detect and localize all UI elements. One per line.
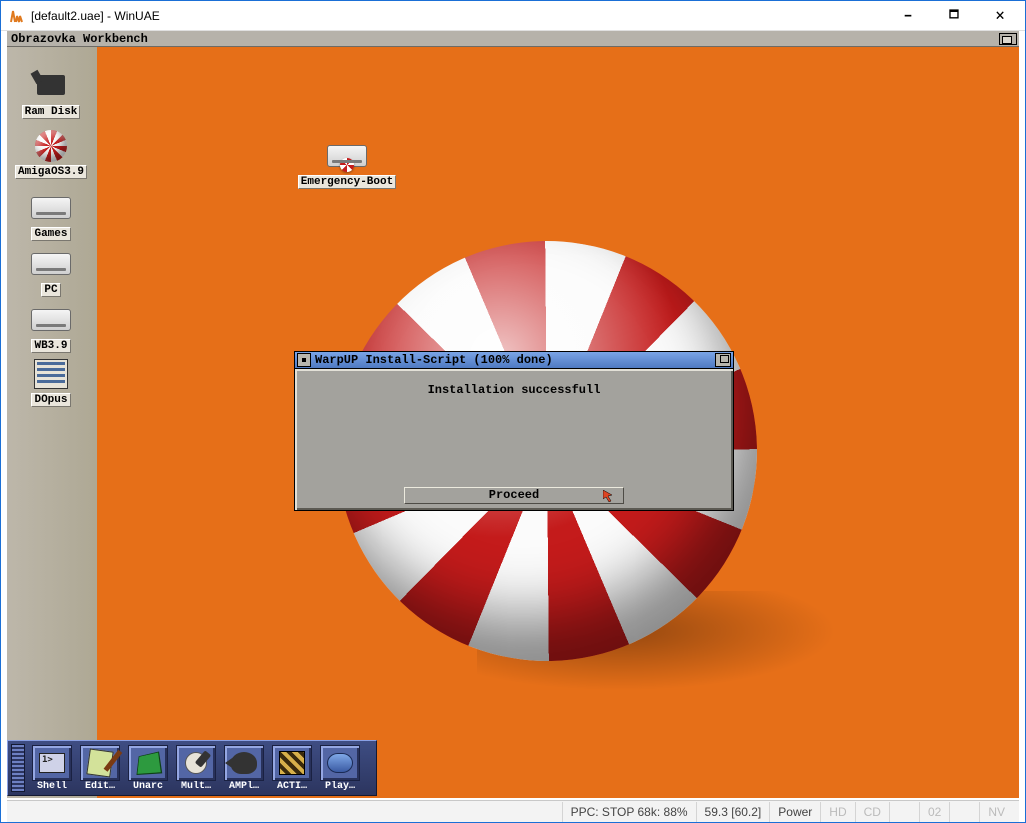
dock-item-editpad[interactable]: Edit… [76,745,124,792]
icon-emergency-boot[interactable]: Emergency-Boot [287,139,407,189]
status-ppc: PPC: STOP 68k: 88% [562,802,696,822]
status-fps: 59.3 [60.2] [696,802,770,822]
workbench-title-text: Obrazovka Workbench [11,31,148,47]
depth-gadget-icon[interactable] [999,33,1017,45]
app-icon [9,8,25,24]
icon-label: Ram Disk [22,105,81,119]
dialog-titlebar[interactable]: WarpUP Install-Script (100% done) [294,351,734,369]
icon-ram-disk[interactable]: Ram Disk [11,69,91,119]
icon-dopus[interactable]: DOpus [11,357,91,407]
dock-item-amplifier[interactable]: AMPl… [220,745,268,792]
icon-pc[interactable]: PC [11,247,91,297]
magnifier-icon [185,752,207,774]
dock-label: Shell [28,781,76,792]
amiga-screen[interactable]: Obrazovka Workbench Ram Disk AmigaOS3.9 … [7,31,1019,798]
minimize-button[interactable]: 🗕 [885,1,931,31]
dock-label: Unarc [124,781,172,792]
dock-label: AMPl… [220,781,268,792]
ram-chip-icon [33,71,69,101]
window-title: [default2.uae] - WinUAE [31,9,160,23]
icon-label: DOpus [31,393,70,407]
disc-icon [327,753,353,773]
icon-label: AmigaOS3.9 [15,165,87,179]
icon-games[interactable]: Games [11,191,91,241]
window-body: Obrazovka Workbench Ram Disk AmigaOS3.9 … [1,31,1025,822]
drive-with-ball-icon [327,145,367,167]
shell-icon [39,753,65,773]
dock-item-multiview[interactable]: Mult… [172,745,220,792]
workbench-titlebar[interactable]: Obrazovka Workbench [7,31,1019,47]
dock-item-action[interactable]: ACTI… [268,745,316,792]
dock-label: Play… [316,781,364,792]
status-power: Power [769,802,820,822]
dialog-close-gadget[interactable] [297,353,311,367]
close-button[interactable]: 🗙 [977,1,1023,31]
drive-icon [31,253,71,275]
dock-item-shell[interactable]: Shell [28,745,76,792]
speaker-icon [231,752,257,774]
icon-amigaos39[interactable]: AmigaOS3.9 [11,129,91,179]
dock-label: Edit… [76,781,124,792]
dock-item-play[interactable]: Play… [316,745,364,792]
mouse-pointer-icon [603,490,615,502]
window-titlebar[interactable]: [default2.uae] - WinUAE 🗕 🗖 🗙 [1,1,1025,31]
dopus-icon [34,359,68,389]
icon-label: WB3.9 [31,339,70,353]
installer-dialog[interactable]: WarpUP Install-Script (100% done) Instal… [294,351,734,511]
status-slot: 02 [919,802,949,822]
amidock[interactable]: Shell Edit… Unarc Mult… AMPl… [7,740,377,796]
status-hd: HD [820,802,854,822]
dock-label: ACTI… [268,781,316,792]
dock-label: Mult… [172,781,220,792]
drive-icon [31,309,71,331]
dock-item-unarc[interactable]: Unarc [124,745,172,792]
maximize-button[interactable]: 🗖 [931,1,977,31]
icon-label: Emergency-Boot [298,175,396,189]
drive-icon [31,197,71,219]
dialog-message: Installation successfull [428,383,601,397]
proceed-button-label: Proceed [489,488,539,502]
icon-wb39[interactable]: WB3.9 [11,303,91,353]
emulator-statusbar: PPC: STOP 68k: 88% 59.3 [60.2] Power HD … [7,800,1019,822]
icon-label: PC [41,283,60,297]
app-window: [default2.uae] - WinUAE 🗕 🗖 🗙 Obrazovka … [0,0,1026,823]
dialog-title-text: WarpUP Install-Script (100% done) [315,353,711,367]
dock-drag-handle[interactable] [11,744,25,792]
notepad-icon [86,748,113,777]
clapper-icon [279,751,305,775]
dialog-zoom-gadget[interactable] [715,353,731,367]
dialog-body: Installation successfull Proceed [294,369,734,511]
status-cd: CD [855,802,889,822]
archive-box-icon [136,751,162,774]
boing-ball-icon [35,130,67,162]
icon-label: Games [31,227,70,241]
proceed-button[interactable]: Proceed [404,487,624,504]
status-nv: NV [979,802,1013,822]
